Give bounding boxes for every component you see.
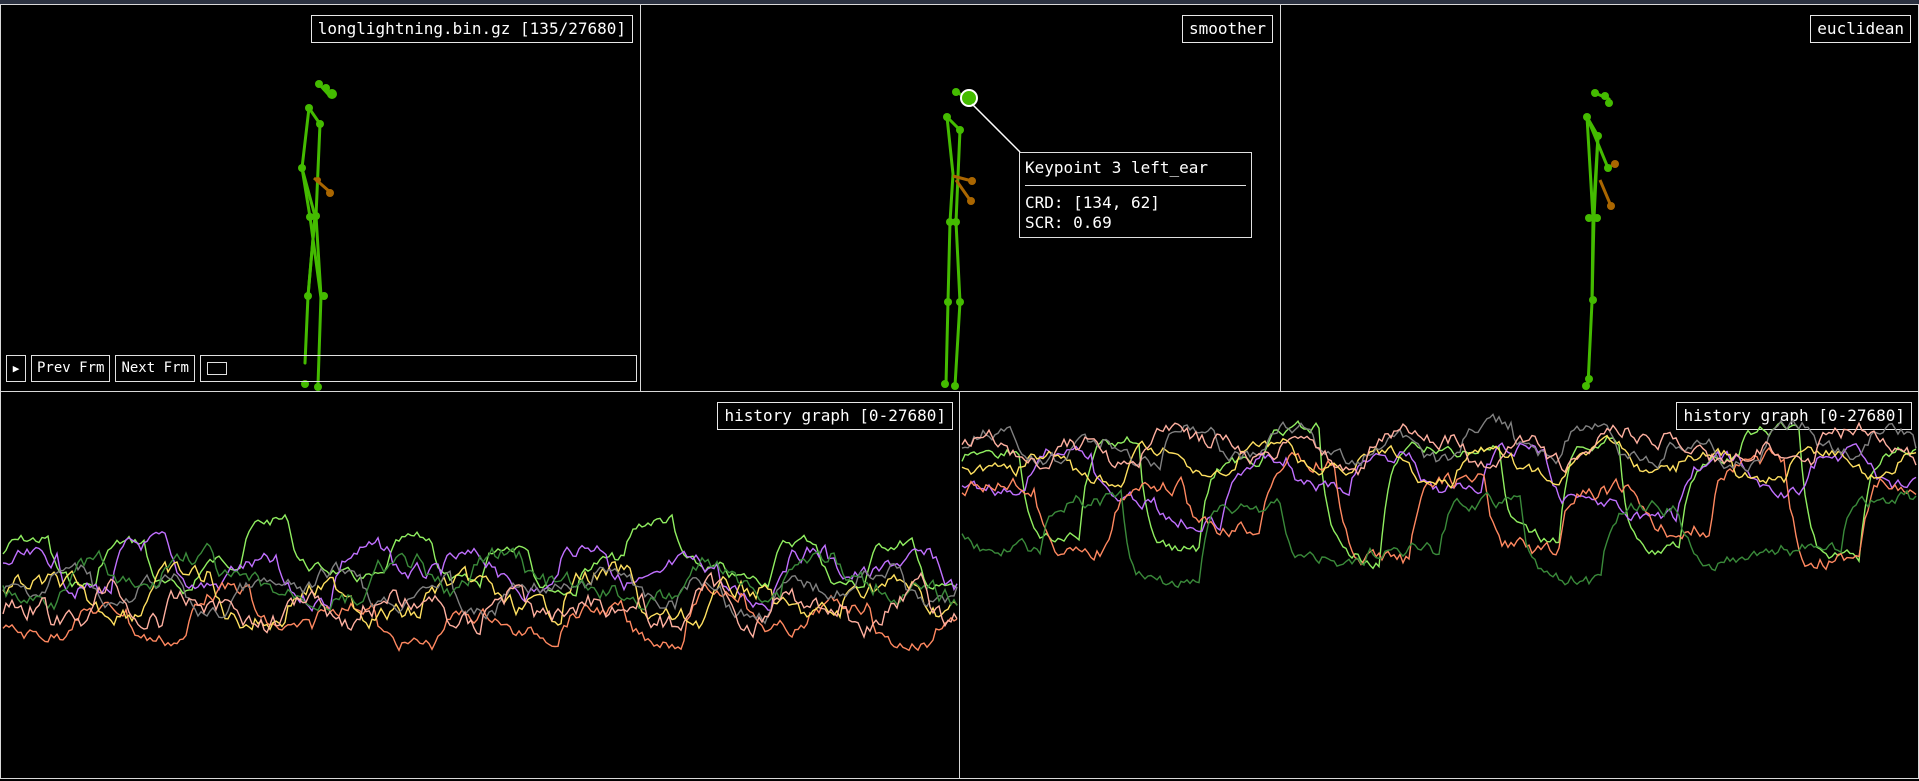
keypoint-highlight[interactable] bbox=[960, 89, 1021, 153]
history-series-line bbox=[961, 434, 1917, 490]
skeleton-smoother bbox=[944, 90, 970, 388]
playback-controls: ▶ Prev Frm Next Frm bbox=[6, 355, 637, 382]
history-series-line bbox=[2, 581, 958, 652]
tooltip-title: Keypoint 3 left_ear bbox=[1025, 158, 1209, 177]
drawing-layer bbox=[2, 80, 1917, 652]
history-series-line bbox=[961, 488, 1917, 589]
tooltip-divider bbox=[1025, 185, 1246, 186]
frame-slider-thumb[interactable] bbox=[206, 362, 227, 375]
history-graph-right-series bbox=[961, 413, 1917, 589]
history-series-line bbox=[961, 442, 1917, 533]
history-series-line bbox=[2, 560, 958, 631]
history-series-line bbox=[2, 571, 958, 639]
tooltip-coordinates: CRD: [134, 62] bbox=[1025, 193, 1160, 212]
history-series-line bbox=[2, 530, 958, 613]
history-series-line bbox=[961, 421, 1917, 476]
history-series-line bbox=[961, 413, 1917, 473]
frame-slider[interactable] bbox=[199, 355, 637, 382]
play-button[interactable]: ▶ bbox=[6, 355, 26, 382]
next-frame-button[interactable]: Next Frm bbox=[115, 355, 195, 382]
history-graph-left-series bbox=[2, 513, 958, 652]
keypoint-tooltip: Keypoint 3 left_ear CRD: [134, 62] SCR: … bbox=[1019, 152, 1252, 238]
prev-frame-button[interactable]: Prev Frm bbox=[31, 355, 111, 382]
tooltip-score: SCR: 0.69 bbox=[1025, 213, 1112, 232]
skeleton-original bbox=[300, 82, 330, 387]
